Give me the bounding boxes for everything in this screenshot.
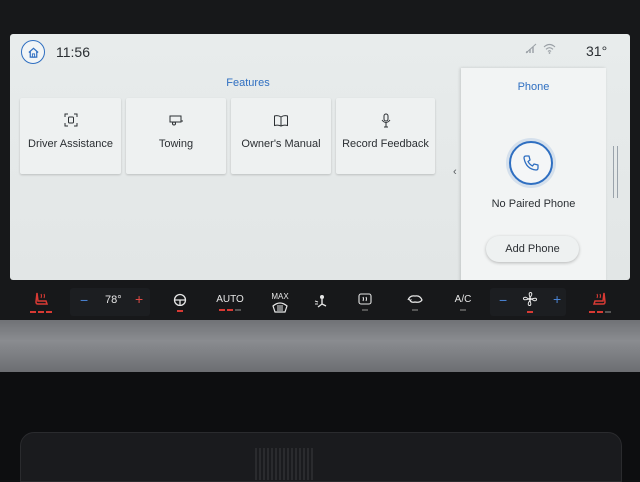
seat-heat-icon <box>35 292 49 305</box>
phone-button[interactable] <box>509 141 553 185</box>
front-defrost-icon <box>272 301 288 313</box>
scroll-handle[interactable] <box>613 146 618 198</box>
passenger-seat-heat-button[interactable] <box>585 282 615 322</box>
ac-label: A/C <box>454 293 472 305</box>
fan-person-button[interactable] <box>310 282 334 322</box>
fan-speed-increase[interactable]: + <box>553 291 561 307</box>
book-icon <box>274 114 288 127</box>
heated-steering-button[interactable] <box>168 282 192 322</box>
auto-climate-button[interactable]: AUTO <box>212 282 248 322</box>
driver-seat-heat-button[interactable] <box>26 282 56 322</box>
auto-label: AUTO <box>216 293 244 305</box>
heated-steering-wheel-icon <box>173 293 187 306</box>
tile-towing[interactable]: Towing <box>126 98 226 174</box>
phone-card-title: Phone <box>517 81 550 93</box>
phone-card: Phone No Paired Phone Add Phone <box>461 68 606 280</box>
airflow-person-icon <box>314 295 327 308</box>
recirculation-icon <box>407 295 423 303</box>
wifi-icon <box>543 43 556 54</box>
climate-bar: − 78° + AUTO MAX A/C − + <box>10 282 630 322</box>
fan-speed-indicator <box>517 282 543 322</box>
status-icons <box>525 43 556 54</box>
air-vent <box>20 432 622 482</box>
driver-temp-decrease[interactable]: − <box>80 292 88 308</box>
max-label: MAX <box>271 291 289 301</box>
trailer-icon <box>169 115 183 126</box>
max-defrost-button[interactable]: MAX <box>266 282 294 322</box>
fan-speed-decrease[interactable]: − <box>499 292 507 308</box>
home-icon <box>27 47 39 58</box>
rear-defrost-button[interactable] <box>353 282 377 322</box>
infotainment-screen: 11:56 31° Features Driver Assistance Tow… <box>10 34 630 280</box>
outside-temperature: 31° <box>586 43 608 59</box>
phone-icon <box>523 155 539 171</box>
add-phone-button[interactable]: Add Phone <box>486 236 579 262</box>
home-button[interactable] <box>21 40 45 64</box>
driver-temp-increase[interactable]: + <box>135 291 143 307</box>
tile-label: Driver Assistance <box>28 138 113 150</box>
phone-status: No Paired Phone <box>491 198 576 210</box>
tile-label: Owner's Manual <box>241 138 321 150</box>
dashboard-trim <box>0 320 640 372</box>
ac-button[interactable]: A/C <box>450 282 476 322</box>
microphone-icon <box>381 113 390 127</box>
rear-defrost-icon <box>358 293 372 305</box>
tile-label: Towing <box>158 138 194 150</box>
driver-assist-icon <box>64 113 77 127</box>
tile-label: Record Feedback <box>342 138 429 150</box>
tile-record-feedback[interactable]: Record Feedback <box>336 98 435 174</box>
no-signal-icon <box>525 43 537 54</box>
collapse-chevron-icon[interactable]: ‹ <box>453 166 457 178</box>
features-title: Features <box>226 77 270 89</box>
recirculation-button[interactable] <box>402 282 428 322</box>
fan-icon <box>522 291 538 307</box>
tile-owners-manual[interactable]: Owner's Manual <box>231 98 331 174</box>
clock: 11:56 <box>56 44 90 60</box>
seat-heat-icon <box>592 292 606 305</box>
tile-driver-assistance[interactable]: Driver Assistance <box>20 98 121 174</box>
driver-temp-value: 78° <box>105 294 122 306</box>
vent-slot <box>255 448 315 480</box>
